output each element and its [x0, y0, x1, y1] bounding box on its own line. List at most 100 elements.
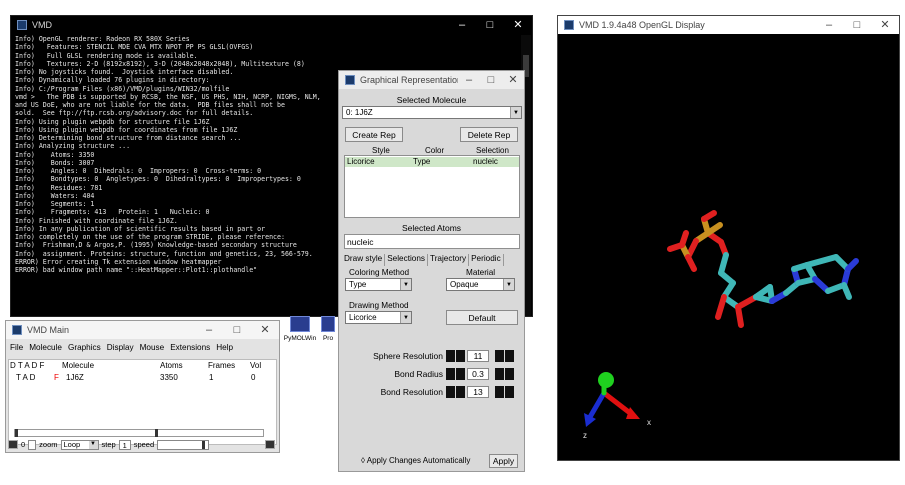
tab-periodic[interactable]: Periodic — [469, 254, 504, 266]
material-select[interactable]: Opaque ▼ — [446, 278, 515, 291]
header-selection: Selection — [476, 146, 509, 155]
bond-radius-row: Bond Radius 0.3 — [339, 368, 526, 381]
frame-slider[interactable] — [14, 429, 264, 437]
maximize-icon[interactable]: □ — [223, 321, 251, 339]
console-titlebar[interactable]: VMD – □ ✕ — [11, 16, 532, 34]
maximize-icon[interactable]: □ — [476, 16, 504, 34]
tab-trajectory[interactable]: Trajectory — [428, 254, 470, 266]
apply-button[interactable]: Apply — [489, 454, 518, 468]
row-atoms: 3350 — [160, 373, 178, 382]
row-vol: 0 — [251, 373, 256, 382]
menu-display[interactable]: Display — [107, 343, 134, 352]
menu-graphics[interactable]: Graphics — [68, 343, 101, 352]
bond-radius-value[interactable]: 0.3 — [467, 368, 489, 380]
apply-auto-toggle[interactable]: ◊ Apply Changes Automatically — [361, 456, 470, 465]
increase-fast-button[interactable] — [505, 368, 514, 380]
increase-fast-button[interactable] — [505, 350, 514, 362]
minimize-icon[interactable]: – — [195, 321, 223, 339]
gl-canvas[interactable]: x z — [558, 35, 899, 460]
rewind-button[interactable] — [8, 440, 18, 449]
header-frames: Frames — [208, 361, 236, 370]
selected-molecule-label: Selected Molecule — [396, 95, 467, 105]
desktop-icon-pymolwin[interactable]: PyMOLWin — [282, 316, 318, 342]
bond — [715, 294, 727, 320]
bond — [735, 294, 759, 310]
decrease-fast-button[interactable] — [446, 368, 455, 380]
zoom-checkbox[interactable] — [28, 439, 37, 450]
speed-slider-handle[interactable] — [202, 440, 206, 449]
bond — [841, 282, 852, 300]
minimize-icon[interactable]: – — [815, 16, 843, 34]
graph-reps-title: Graphical Representations — [360, 75, 458, 85]
console-title: VMD — [32, 20, 52, 30]
apply-row: ◊ Apply Changes Automatically Apply — [339, 454, 524, 468]
header-molecule: Molecule — [62, 361, 95, 370]
close-icon[interactable]: ✕ — [251, 321, 279, 339]
header-flags: D T A D F — [10, 361, 45, 370]
delete-rep-button[interactable]: Delete Rep — [460, 127, 518, 142]
opengl-display-window[interactable]: VMD 1.9.4a48 OpenGL Display – □ ✕ x z — [557, 15, 900, 461]
close-icon[interactable]: ✕ — [502, 71, 524, 89]
gl-display-titlebar[interactable]: VMD 1.9.4a48 OpenGL Display – □ ✕ — [558, 16, 899, 34]
menu-mouse[interactable]: Mouse — [140, 343, 165, 352]
sphere-resolution-row: Sphere Resolution 11 — [339, 350, 526, 363]
tab-draw-style[interactable]: Draw style — [342, 254, 386, 266]
create-rep-button[interactable]: Create Rep — [345, 127, 403, 142]
bond — [679, 230, 689, 248]
increase-button[interactable] — [495, 386, 504, 398]
step-input[interactable]: 1 — [118, 439, 131, 450]
bond — [735, 304, 744, 328]
selected-molecule-select[interactable]: 0: 1J6Z ▼ — [342, 106, 522, 119]
decrease-fast-button[interactable] — [446, 350, 455, 362]
row-flags[interactable]: T A D — [16, 373, 35, 382]
header-style: Style — [372, 146, 390, 155]
speed-label: speed — [133, 440, 155, 449]
desktop-icon-pro[interactable]: Pro — [318, 316, 338, 342]
vmd-app-icon — [564, 20, 574, 30]
frame-slider-start — [15, 429, 18, 437]
graph-reps-titlebar[interactable]: Graphical Representations – □ ✕ — [339, 71, 524, 89]
decrease-button[interactable] — [456, 350, 465, 362]
bond-resolution-value[interactable]: 13 — [467, 386, 489, 398]
loop-mode-select[interactable]: Loop ▼ — [60, 439, 99, 450]
tab-selections[interactable]: Selections — [385, 254, 428, 266]
sphere-resolution-value[interactable]: 11 — [467, 350, 489, 362]
chevron-down-icon: ▼ — [400, 279, 411, 290]
vmd-main-titlebar[interactable]: VMD Main – □ ✕ — [6, 321, 279, 339]
frame-slider-handle[interactable] — [155, 429, 158, 437]
increase-button[interactable] — [495, 350, 504, 362]
x-axis — [601, 390, 633, 416]
play-forward-button[interactable] — [265, 440, 275, 449]
graphical-representations-window[interactable]: Graphical Representations – □ ✕ Selected… — [338, 70, 525, 472]
default-button[interactable]: Default — [446, 310, 518, 325]
table-row[interactable]: T A D F 1J6Z 3350 1 0 — [6, 373, 279, 384]
close-icon[interactable]: ✕ — [871, 16, 899, 34]
menu-help[interactable]: Help — [216, 343, 233, 352]
console-line: Info) Features: STENCIL MDE CVA MTX NPOT… — [15, 43, 254, 52]
menu-file[interactable]: File — [10, 343, 23, 352]
menu-extensions[interactable]: Extensions — [170, 343, 210, 352]
speed-slider[interactable] — [157, 439, 210, 450]
vmd-main-menubar: File Molecule Graphics Display Mouse Ext… — [6, 340, 279, 354]
coloring-method-select[interactable]: Type ▼ — [345, 278, 412, 291]
drawing-method-value: Licorice — [349, 313, 377, 322]
minimize-icon[interactable]: – — [448, 16, 476, 34]
decrease-button[interactable] — [456, 368, 465, 380]
close-icon[interactable]: ✕ — [504, 16, 532, 34]
menu-molecule[interactable]: Molecule — [29, 343, 62, 352]
selected-atoms-input[interactable]: nucleic — [344, 234, 520, 249]
chevron-down-icon: ▼ — [503, 279, 514, 290]
decrease-fast-button[interactable] — [446, 386, 455, 398]
maximize-icon[interactable]: □ — [843, 16, 871, 34]
minimize-icon[interactable]: – — [458, 71, 480, 89]
drawing-method-select[interactable]: Licorice ▼ — [345, 311, 412, 324]
increase-button[interactable] — [495, 368, 504, 380]
animation-toolbar: 0 zoom Loop ▼ step 1 speed — [8, 439, 275, 450]
decrease-button[interactable] — [456, 386, 465, 398]
diamond-icon: ◊ — [361, 456, 365, 465]
table-row[interactable]: Licorice Type nucleic — [345, 157, 519, 167]
maximize-icon[interactable]: □ — [480, 71, 502, 89]
increase-fast-button[interactable] — [505, 386, 514, 398]
vmd-main-window[interactable]: VMD Main – □ ✕ File Molecule Graphics Di… — [5, 320, 280, 453]
row-flag-fixed[interactable]: F — [54, 373, 59, 382]
